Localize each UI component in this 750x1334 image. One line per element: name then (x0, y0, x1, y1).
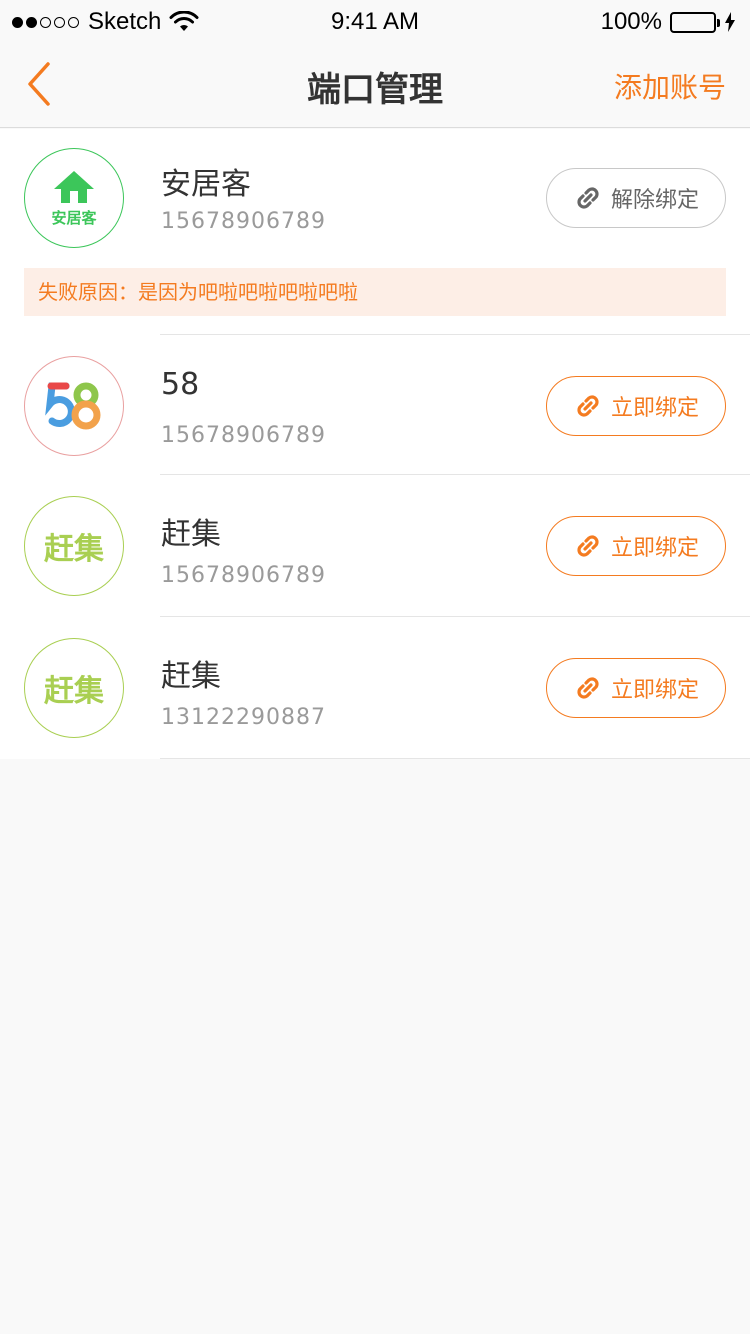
account-list: 安居客 安居客 15678906789 解除绑定 失败原因：是因为吧啦吧啦吧啦吧… (0, 129, 750, 759)
58-logo-icon (24, 356, 124, 456)
link-icon (577, 187, 599, 209)
account-name: 安居客 (161, 167, 251, 202)
bind-now-button[interactable]: 立即绑定 (546, 658, 726, 718)
battery-area: 100% (601, 8, 736, 36)
bind-now-button-label: 立即绑定 (610, 396, 699, 421)
account-name: 赶集 (161, 659, 221, 694)
unbind-button[interactable]: 解除绑定 (546, 168, 726, 228)
ganji-logo-text: 赶集 (44, 674, 104, 709)
link-icon (577, 395, 599, 417)
anjuke-logo-text: 安居客 (51, 208, 97, 227)
house-icon (54, 170, 94, 203)
unbind-button-label: 解除绑定 (610, 188, 699, 213)
link-icon (577, 677, 599, 699)
account-phone: 15678906789 (161, 209, 326, 234)
bind-now-button-label: 立即绑定 (610, 536, 699, 561)
battery-icon (670, 11, 720, 33)
anjuke-logo-icon: 安居客 (24, 148, 124, 248)
account-phone: 15678906789 (161, 563, 326, 588)
add-account-button[interactable]: 添加账号 (614, 66, 726, 106)
list-item: 安居客 安居客 15678906789 解除绑定 失败原因：是因为吧啦吧啦吧啦吧… (0, 129, 750, 335)
bind-now-button-label: 立即绑定 (610, 678, 699, 703)
list-item: 58 15678906789 立即绑定 (0, 335, 750, 475)
nav-bar: 端口管理 添加账号 (0, 40, 750, 128)
back-chevron-icon[interactable] (22, 60, 62, 108)
ganji-logo-icon: 赶集 (24, 496, 124, 596)
ganji-logo-icon: 赶集 (24, 638, 124, 738)
fail-reason-banner: 失败原因：是因为吧啦吧啦吧啦吧啦 (24, 268, 726, 316)
battery-percent: 100% (600, 8, 662, 35)
account-name: 赶集 (161, 517, 221, 552)
link-icon (577, 535, 599, 557)
charging-bolt-icon (725, 12, 735, 32)
divider (160, 758, 750, 759)
list-item: 赶集 赶集 15678906789 立即绑定 (0, 475, 750, 617)
bind-now-button[interactable]: 立即绑定 (546, 376, 726, 436)
account-phone: 15678906789 (161, 423, 326, 448)
account-phone: 13122290887 (161, 705, 326, 730)
ganji-logo-text: 赶集 (44, 532, 104, 567)
account-name: 58 (161, 367, 200, 402)
bind-now-button[interactable]: 立即绑定 (546, 516, 726, 576)
status-bar: Sketch 9:41 AM 100% (0, 0, 750, 40)
list-item: 赶集 赶集 13122290887 立即绑定 (0, 617, 750, 759)
